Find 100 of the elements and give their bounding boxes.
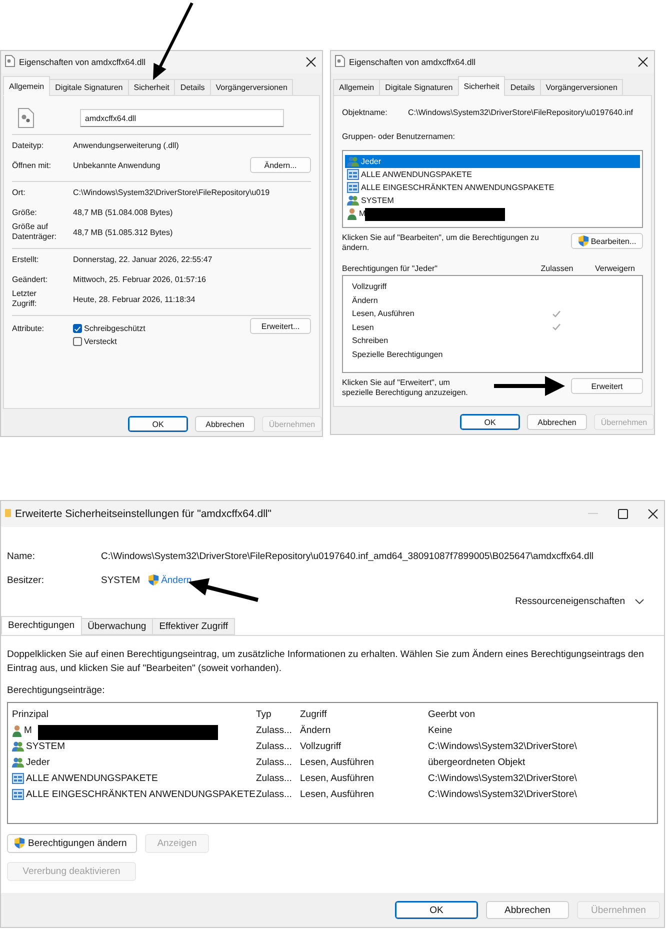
tab[interactable]: Vorgängerversionen — [210, 79, 294, 96]
edit-button[interactable]: Bearbeiten... — [571, 233, 643, 249]
window-title: Erweiterte Sicherheitseinstellungen für "amdxcffx64.dll" — [15, 508, 272, 520]
table-cell-text: übergeordneten Objekt — [428, 757, 526, 768]
checkbox[interactable] — [73, 337, 82, 346]
field-value: C:\Windows\System32\DriverStore\FileRepository\u0197640.inf — [408, 108, 633, 117]
field-value: Donnerstag, 22. Januar 2026, 22:55:47 — [73, 254, 214, 264]
app-window-icon — [12, 789, 24, 800]
tab[interactable]: Sicherheit — [458, 76, 506, 96]
tab[interactable]: Details — [504, 79, 541, 96]
field-label: Größe auf Datenträger: — [12, 222, 58, 242]
folder-icon — [5, 508, 11, 518]
table-cell-text: C:\Windows\System32\DriverStore\ — [428, 789, 578, 800]
app-window-icon — [347, 169, 359, 180]
column-header[interactable]: Zugriff — [300, 709, 428, 720]
change-owner-link[interactable]: Ändern — [148, 574, 192, 586]
field-label: Ort: — [12, 188, 26, 196]
table-cell-text: C:\Windows\System32\DriverStore\ — [428, 773, 578, 784]
tab[interactable]: Effektiver Zugriff — [152, 618, 236, 635]
section-label: Berechtigungseinträge: — [7, 684, 106, 696]
users-icon — [12, 741, 24, 752]
column-header[interactable]: Prinzipal — [12, 709, 256, 720]
close-icon[interactable] — [648, 509, 658, 519]
permission-name: Spezielle Berechtigungen — [352, 350, 444, 359]
app-window-icon — [12, 773, 24, 784]
field-label: Attribute: — [12, 324, 46, 333]
list-item[interactable]: M — [345, 207, 640, 220]
change-permissions-button[interactable]: Berechtigungen ändern — [7, 834, 137, 853]
window-title: Eigenschaften von amdxcffx64.dll — [349, 57, 476, 67]
close-icon[interactable] — [306, 57, 316, 67]
checkbox[interactable] — [73, 324, 82, 333]
table-cell: Jeder — [26, 757, 50, 768]
tab[interactable]: Allgemein — [333, 79, 380, 96]
table-cell-text: Vollzugriff — [300, 741, 342, 752]
group-list[interactable]: Jeder ALLE ANWENDUNGSPAKETE ALLE EINGESCHRÄNKTEN ANWENDUNGSPAKETE SYSTEM M — [342, 150, 643, 228]
tab[interactable]: Überwachung — [80, 618, 154, 635]
list-item[interactable]: SYSTEM — [345, 194, 640, 207]
tab[interactable]: Vorgängerversionen — [540, 79, 624, 96]
table-cell: M — [24, 725, 32, 736]
info-text: Doppelklicken Sie auf einen Berechtigungseintrag, um zusätzliche Informationen zu erhalten. Wählen Sie zum Ändern eines Berechtigungseintrags den Eintrag aus, und klicken Sie auf "Bearbeiten" (soweit vorhanden). — [7, 648, 645, 676]
app-window-icon — [347, 182, 359, 193]
table-cell-text: Zulass... — [256, 741, 293, 752]
permission-name: Ändern — [352, 296, 379, 305]
table-cell-text: Zulass... — [256, 789, 293, 800]
table-cell-text: Zulass... — [256, 725, 293, 736]
field-label: Besitzer: — [7, 574, 45, 586]
column-header[interactable]: Geerbt von — [428, 709, 653, 720]
section-label: Gruppen- oder Benutzernamen: — [342, 132, 456, 141]
field-value: Mittwoch, 25. Februar 2026, 01:57:16 — [73, 274, 207, 284]
table-cell-text: Keine — [428, 725, 454, 736]
field-label: Dateityp: — [12, 140, 45, 150]
file-icon — [335, 55, 345, 67]
field-value: Unbekannte Anwendung — [73, 160, 162, 170]
field-label: Letzter Zugriff: — [12, 289, 38, 309]
file-icon — [5, 55, 15, 67]
permission-name: Schreiben — [352, 336, 390, 346]
field-value: 48,7 MB (51.085.312 Bytes) — [73, 228, 174, 236]
table-cell: ALLE ANWENDUNGSPAKETE — [26, 773, 158, 784]
users-icon — [347, 195, 359, 206]
list-item[interactable]: ALLE EINGESCHRÄNKTEN ANWENDUNGSPAKETE — [345, 181, 640, 194]
shield-icon — [148, 574, 160, 586]
file-name-field[interactable]: amdxcffx64.dll — [80, 109, 284, 127]
path-text: C:\Windows\System32\DriverStore\FileRepository\u0197640.inf_amd64_38091087f7899005\B025647\amdxcffx64.dll — [101, 550, 594, 562]
users-icon — [12, 757, 24, 768]
list-item[interactable]: ALLE ANWENDUNGSPAKETE — [345, 168, 640, 181]
chevron-down-icon[interactable] — [635, 598, 644, 604]
field-value: Anwendungserweiterung (.dll) — [73, 140, 180, 150]
ok-button[interactable]: OK — [460, 414, 520, 430]
field-value: C:\Windows\System32\DriverStore\FileRepository\u019 — [73, 188, 271, 196]
cancel-button[interactable]: Abbrechen — [527, 414, 587, 430]
ok-button[interactable]: OK — [128, 416, 188, 432]
hint-text: Klicken Sie auf "Bearbeiten", um die Berechtigungen zu ändern. — [342, 233, 540, 253]
cancel-button[interactable]: Abbrechen — [195, 416, 255, 432]
user-icon — [347, 208, 357, 220]
file-gear-icon — [18, 108, 34, 128]
list-item[interactable]: Jeder — [345, 155, 640, 168]
table-cell-text: Lesen, Ausführen — [300, 789, 375, 800]
advanced-button[interactable]: Erweitert... — [250, 318, 311, 334]
table-cell: SYSTEM — [26, 741, 66, 752]
tab[interactable]: Berechtigungen — [1, 616, 82, 635]
change-button[interactable]: Ändern... — [250, 157, 311, 173]
tab[interactable]: Allgemein — [3, 76, 50, 96]
column-header[interactable]: Typ — [256, 709, 300, 720]
owner-text: SYSTEM — [101, 574, 140, 586]
field-label: Geändert: — [12, 274, 49, 284]
annotation-arrow — [494, 376, 565, 396]
ok-button[interactable]: OK — [395, 901, 478, 919]
permission-name: Lesen — [352, 322, 375, 332]
table-cell-text: Zulass... — [256, 773, 293, 784]
table-cell-text: Lesen, Ausführen — [300, 757, 375, 768]
maximize-icon[interactable] — [618, 509, 628, 519]
cancel-button[interactable]: Abbrechen — [486, 901, 569, 919]
expander-label[interactable]: Ressourceneigenschaften — [515, 596, 625, 606]
close-icon[interactable] — [638, 57, 648, 67]
shield-icon — [578, 235, 589, 247]
tab[interactable]: Digitale Signaturen — [49, 79, 129, 96]
field-label: Erstellt: — [12, 254, 40, 264]
table-cell-text: Lesen, Ausführen — [300, 773, 375, 784]
section-label: Berechtigungen für "Jeder" — [342, 264, 439, 273]
advanced-button[interactable]: Erweitert — [571, 378, 643, 394]
